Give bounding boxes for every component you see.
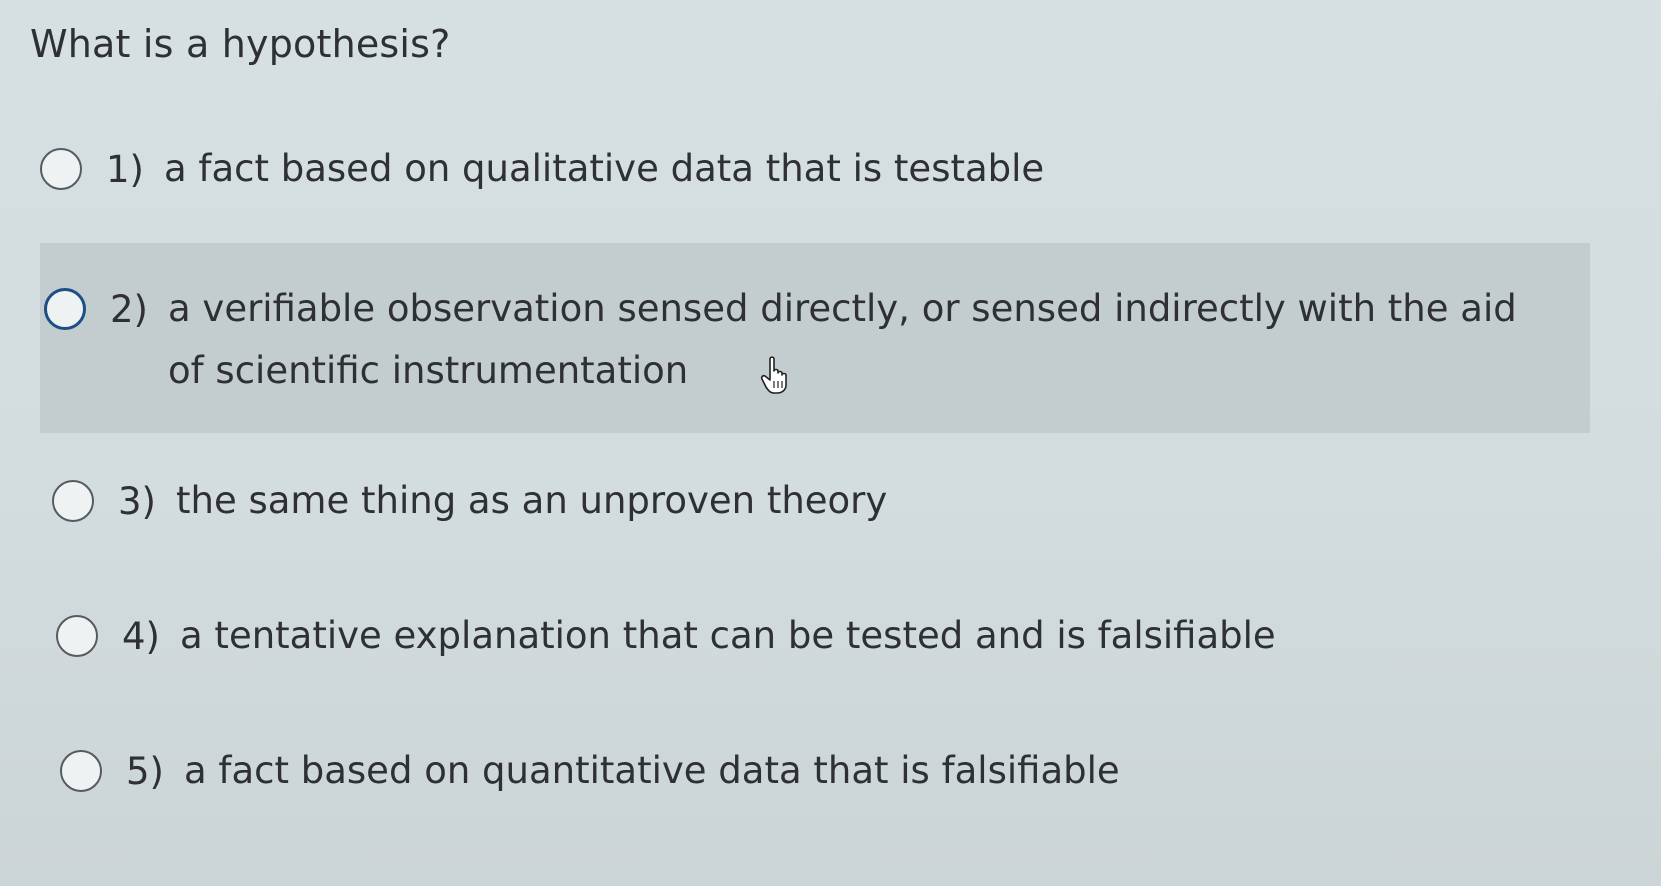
radio-button-icon[interactable] — [40, 148, 82, 190]
option-label: the same thing as an unproven theory — [176, 479, 888, 522]
option-label: a tentative explanation that can be test… — [180, 614, 1276, 657]
option-2[interactable]: 2) a verifiable observation sensed direc… — [40, 243, 1590, 433]
option-label: a fact based on quantitative data that i… — [184, 749, 1120, 792]
option-number: 1) — [106, 148, 144, 191]
option-number: 3) — [118, 480, 156, 523]
radio-button-icon[interactable] — [60, 750, 102, 792]
radio-button-icon[interactable] — [52, 480, 94, 522]
question-title: What is a hypothesis? — [30, 22, 451, 66]
option-number: 4) — [122, 615, 160, 658]
option-4[interactable]: 4) a tentative explanation that can be t… — [40, 614, 1590, 667]
hand-pointer-icon — [760, 356, 787, 394]
option-number: 5) — [126, 750, 164, 793]
radio-button-icon[interactable] — [44, 288, 86, 330]
option-3[interactable]: 3) the same thing as an unproven theory — [40, 479, 1590, 532]
option-label: a fact based on qualitative data that is… — [164, 147, 1045, 190]
option-5[interactable]: 5) a fact based on quantitative data tha… — [40, 749, 1590, 802]
option-label: a verifiable observation sensed directly… — [168, 287, 1517, 392]
option-number: 2) — [110, 288, 148, 331]
option-1[interactable]: 1) a fact based on qualitative data that… — [40, 147, 1590, 200]
radio-button-icon[interactable] — [56, 615, 98, 657]
